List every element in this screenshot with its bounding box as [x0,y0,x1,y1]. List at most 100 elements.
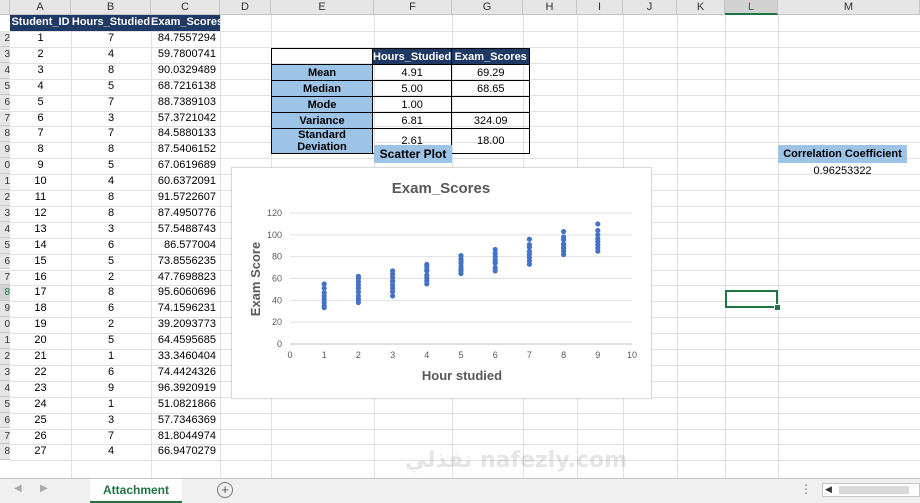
corner-cell[interactable] [0,0,10,15]
sheet-tab-attachment[interactable]: Attachment [90,479,182,503]
row-header[interactable]: 3 [0,364,10,381]
stats-value[interactable]: 18.00 [451,128,531,154]
row-header[interactable]: 5 [0,78,10,95]
student-id-cell[interactable]: 2 [10,47,71,63]
score-cell[interactable]: 84.7557294 [151,31,220,47]
score-cell[interactable]: 66.9470279 [151,444,220,460]
student-id-cell[interactable]: 5 [10,95,71,111]
header-hours-studied[interactable]: Hours_Studied [71,15,151,31]
plus-circle-icon[interactable]: + [217,482,233,498]
row-header[interactable]: 2 [0,190,10,206]
hours-cell[interactable]: 2 [71,270,151,286]
student-id-cell[interactable]: 3 [10,63,71,79]
stats-corner-cell[interactable] [271,48,373,65]
hours-cell[interactable]: 9 [71,381,151,397]
stats-label-mode[interactable]: Mode [271,96,373,113]
hours-cell[interactable]: 4 [71,47,151,63]
stats-value[interactable]: 68.65 [451,80,531,97]
hours-cell[interactable]: 6 [71,365,151,381]
row-header[interactable]: 9 [0,301,10,318]
fill-handle[interactable] [774,304,781,311]
row-header[interactable]: 1 [0,333,10,349]
student-id-cell[interactable]: 17 [10,285,71,301]
stats-label-median[interactable]: Median [271,80,373,97]
student-id-cell[interactable]: 23 [10,381,71,397]
column-header-l[interactable]: L [725,0,778,15]
score-cell[interactable]: 88.7389103 [151,95,220,111]
score-cell[interactable]: 81.8044974 [151,429,220,445]
column-header-d[interactable]: D [220,0,271,15]
score-cell[interactable]: 74.1596231 [151,301,220,317]
score-cell[interactable]: 33.3460404 [151,349,220,365]
scrollbar-thumb[interactable] [839,486,909,494]
hours-cell[interactable]: 8 [71,206,151,222]
hours-cell[interactable]: 6 [71,238,151,254]
student-id-cell[interactable]: 12 [10,206,71,222]
column-header-j[interactable]: J [623,0,677,15]
column-header-b[interactable]: B [71,0,151,15]
hours-cell[interactable]: 7 [71,95,151,111]
score-cell[interactable]: 60.6372091 [151,174,220,190]
hours-cell[interactable]: 5 [71,79,151,95]
hours-cell[interactable]: 3 [71,413,151,429]
row-header[interactable]: 8 [0,285,10,302]
row-header[interactable]: 2 [0,31,10,47]
row-header[interactable]: 8 [0,126,10,143]
prev-sheet-icon[interactable]: ◀ [14,483,22,494]
scatter-plot-label[interactable]: Scatter Plot [374,145,452,163]
row-header[interactable]: 0 [0,317,10,334]
score-cell[interactable]: 96.3920919 [151,381,220,397]
column-header-m[interactable]: M [778,0,920,15]
student-id-cell[interactable]: 18 [10,301,71,317]
hours-cell[interactable]: 2 [71,317,151,333]
header-student-id[interactable]: Student_ID [10,15,71,31]
header-exam-scores[interactable]: Exam_Scores [151,15,220,31]
column-header-a[interactable]: A [10,0,71,15]
row-header[interactable]: 2 [0,349,10,365]
student-id-cell[interactable]: 20 [10,333,71,349]
row-header[interactable]: 6 [0,412,10,429]
score-cell[interactable]: 91.5722607 [151,190,220,206]
row-header[interactable]: 5 [0,396,10,413]
row-header[interactable]: 9 [0,142,10,159]
hours-cell[interactable]: 3 [71,111,151,127]
row-header[interactable]: 1 [0,174,10,190]
score-cell[interactable]: 84.5880133 [151,126,220,142]
score-cell[interactable]: 57.7346369 [151,413,220,429]
student-id-cell[interactable]: 9 [10,158,71,174]
hours-cell[interactable]: 8 [71,285,151,301]
score-cell[interactable]: 68.7216138 [151,79,220,95]
column-header-i[interactable]: I [577,0,623,15]
hours-cell[interactable]: 7 [71,31,151,47]
row-header[interactable]: 7 [0,269,10,286]
score-cell[interactable]: 74.4424326 [151,365,220,381]
student-id-cell[interactable]: 6 [10,111,71,127]
student-id-cell[interactable]: 13 [10,222,71,238]
column-header-f[interactable]: F [374,0,452,15]
correlation-value[interactable]: 0.96253322 [778,163,907,180]
score-cell[interactable]: 67.0619689 [151,158,220,174]
selected-cell[interactable] [725,290,778,308]
hours-cell[interactable]: 4 [71,174,151,190]
stats-label-std-dev[interactable]: Standard Deviation [271,128,373,154]
student-id-cell[interactable]: 16 [10,270,71,286]
stats-value[interactable]: 5.00 [371,80,453,97]
hours-cell[interactable]: 7 [71,429,151,445]
score-cell[interactable]: 39.2093773 [151,317,220,333]
student-id-cell[interactable]: 27 [10,444,71,460]
score-cell[interactable]: 86.577004 [151,238,220,254]
student-id-cell[interactable]: 25 [10,413,71,429]
row-header[interactable]: 7 [0,110,10,127]
student-id-cell[interactable]: 24 [10,397,71,413]
hours-cell[interactable]: 5 [71,333,151,349]
student-id-cell[interactable]: 1 [10,31,71,47]
student-id-cell[interactable]: 26 [10,429,71,445]
score-cell[interactable]: 95.6060696 [151,285,220,301]
hours-cell[interactable]: 6 [71,301,151,317]
stats-header-scores[interactable]: Exam_Scores [451,48,531,65]
column-header-e[interactable]: E [271,0,374,15]
column-header-c[interactable]: C [151,0,220,15]
hours-cell[interactable]: 8 [71,190,151,206]
student-id-cell[interactable]: 7 [10,126,71,142]
hours-cell[interactable]: 1 [71,397,151,413]
